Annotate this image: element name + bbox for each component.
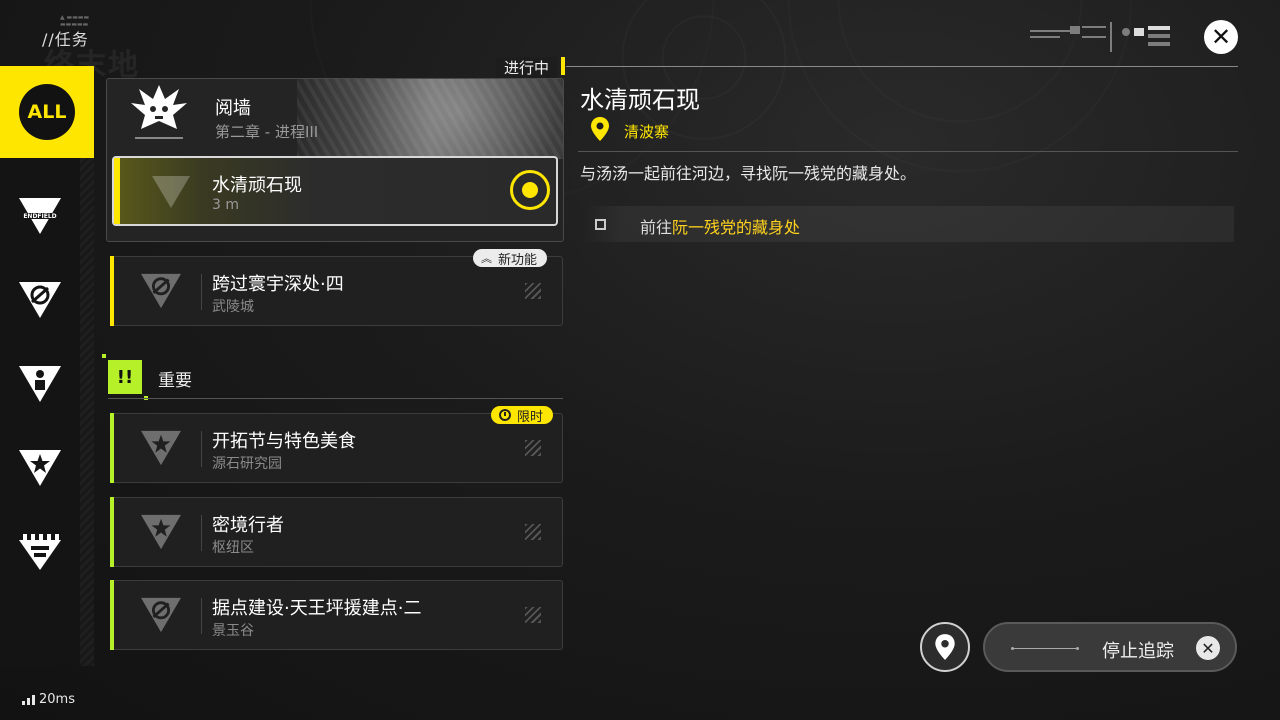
hatch-decoration — [525, 524, 541, 540]
chapter-emblem-icon — [131, 85, 187, 139]
active-quest-accent-bar — [114, 158, 120, 224]
castle-triangle-icon — [19, 534, 61, 570]
quest-card[interactable]: 开拓节与特色美食 源石研究园 限时 — [110, 406, 563, 483]
quest-icon-box — [133, 593, 189, 637]
quest-accent-bar — [110, 413, 114, 483]
important-badge-icon: !! — [108, 360, 142, 394]
clock-icon — [499, 409, 511, 421]
star-triangle-icon — [141, 514, 181, 550]
quest-icon-box — [133, 510, 189, 554]
new-feature-tag: ︽ 新功能 — [473, 249, 548, 268]
quest-divider — [201, 598, 202, 634]
detail-location: 清波寨 — [624, 123, 670, 141]
map-button[interactable] — [920, 622, 970, 672]
tracking-target-icon[interactable] — [510, 170, 550, 210]
header-hud-decoration — [1030, 22, 1170, 52]
quest-accent-bar — [110, 580, 114, 650]
person-triangle-icon — [19, 366, 61, 402]
ongoing-label: 进行中 — [496, 57, 558, 78]
objective-text: 前往阮一残党的藏身处 — [640, 214, 800, 238]
slash-circle-triangle-icon — [19, 282, 61, 318]
hatch-decoration — [525, 440, 541, 456]
quest-location: 景玉谷 — [212, 623, 254, 639]
quest-divider — [201, 515, 202, 551]
quest-type-icon — [152, 176, 190, 208]
detail-divider — [578, 151, 1238, 152]
header-divider — [566, 66, 1238, 67]
quest-name: 开拓节与特色美食 — [212, 431, 356, 452]
hatch-decoration — [525, 283, 541, 299]
quest-accent-bar — [110, 497, 114, 567]
all-badge: ALL — [19, 84, 75, 140]
hatch-decoration — [525, 607, 541, 623]
category-character[interactable] — [0, 342, 80, 426]
quest-location: 枢纽区 — [212, 540, 254, 556]
network-ping: 20ms — [22, 692, 75, 707]
section-dot-decoration — [102, 354, 106, 358]
objective-item: 前往阮一残党的藏身处 — [582, 206, 1234, 242]
quest-accent-bar — [110, 256, 114, 326]
detail-title: 水清顽石现 — [580, 86, 700, 114]
close-circle-icon: ✕ — [1196, 636, 1220, 660]
objective-checkbox-icon — [595, 219, 606, 230]
quest-name: 跨过寰宇深处·四 — [212, 274, 344, 295]
quest-icon-box — [133, 426, 189, 470]
svg-text:ENDFIELD: ENDFIELD — [23, 213, 56, 220]
chapter-banner-image — [297, 79, 563, 159]
page-title: //任务 — [42, 30, 89, 49]
category-rail: ALL ENDFIELD — [0, 66, 94, 666]
objective-prefix: 前往 — [640, 218, 673, 237]
double-chevron-up-icon: ︽ — [481, 252, 492, 265]
section-divider — [108, 398, 563, 399]
location-pin-icon — [591, 117, 609, 141]
category-all[interactable]: ALL — [0, 66, 94, 158]
signal-bars-icon — [22, 694, 35, 705]
section-label: 重要 — [158, 371, 192, 391]
slash-circle-triangle-icon — [141, 597, 181, 633]
active-quest-name: 水清顽石现 — [212, 175, 302, 196]
ping-value: 20ms — [39, 692, 75, 707]
stop-tracking-label: 停止追踪 — [1102, 641, 1174, 662]
category-blocked[interactable] — [0, 258, 80, 342]
stop-tracking-line-decoration — [1011, 647, 1079, 650]
slash-circle-triangle-icon — [141, 273, 181, 309]
category-star[interactable] — [0, 426, 80, 510]
quest-icon-box — [133, 269, 189, 313]
quest-name: 据点建设·天王坪援建点·二 — [212, 598, 422, 619]
quest-location: 源石研究园 — [212, 456, 282, 472]
endfield-v-icon: ENDFIELD — [17, 198, 63, 234]
close-x-icon: ✕ — [1210, 23, 1232, 51]
category-endfield[interactable]: ENDFIELD — [0, 174, 80, 258]
quest-location: 武陵城 — [212, 299, 254, 315]
chapter-group[interactable]: 阅墙 第二章 - 进程III 水清顽石现 3 m — [106, 78, 564, 242]
limited-time-tag: 限时 — [491, 406, 554, 425]
chapter-subtitle: 第二章 - 进程III — [215, 123, 319, 141]
category-base[interactable] — [0, 510, 80, 594]
star-triangle-icon — [19, 450, 61, 486]
active-quest-distance: 3 m — [212, 197, 239, 213]
map-pin-icon — [935, 634, 955, 660]
quest-card[interactable]: 据点建设·天王坪援建点·二 景玉谷 — [110, 580, 563, 650]
quest-card[interactable]: 密境行者 枢纽区 — [110, 497, 563, 567]
stop-tracking-button[interactable]: 停止追踪 ✕ — [983, 622, 1237, 672]
quest-name: 密境行者 — [212, 515, 284, 536]
limited-time-label: 限时 — [517, 409, 544, 425]
close-button[interactable]: ✕ — [1204, 20, 1238, 54]
quest-card[interactable]: 跨过寰宇深处·四 武陵城 ︽ 新功能 — [110, 249, 563, 326]
chapter-title: 阅墙 — [215, 98, 251, 119]
important-section-header: !! 重要 — [102, 354, 563, 400]
active-quest-card[interactable]: 水清顽石现 3 m — [112, 156, 558, 226]
star-triangle-icon — [141, 430, 181, 466]
new-feature-label: 新功能 — [498, 252, 538, 268]
objective-target: 阮一残党的藏身处 — [672, 218, 801, 237]
quest-divider — [201, 431, 202, 467]
detail-description: 与汤汤一起前往河边，寻找阮一残党的藏身处。 — [580, 164, 917, 183]
quest-divider — [201, 274, 202, 310]
ongoing-marker — [561, 57, 565, 75]
